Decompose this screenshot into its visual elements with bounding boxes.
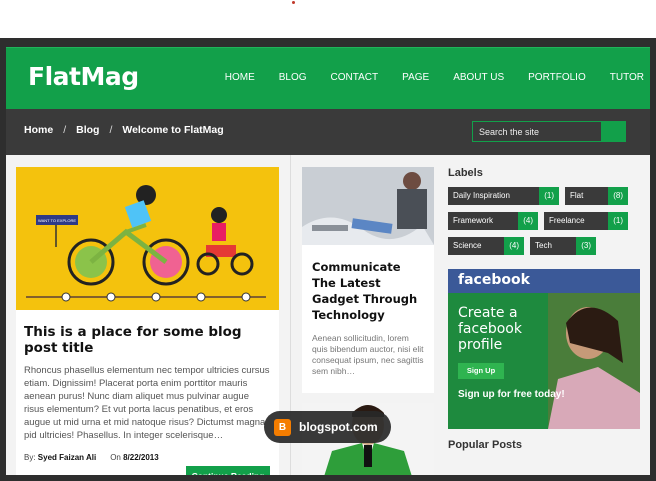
post-author[interactable]: Syed Faizan Ali — [38, 453, 96, 462]
label-tech[interactable]: Tech (3) — [530, 237, 596, 255]
label-daily-inspiration[interactable]: Daily Inspiration (1) — [448, 187, 559, 205]
breadcrumb-separator: / — [109, 124, 113, 136]
nav-home[interactable]: HOME — [225, 72, 255, 83]
label-count: (4) — [504, 237, 524, 255]
main-nav: HOME BLOG CONTACT PAGE ABOUT US PORTFOLI… — [201, 72, 644, 83]
label-name: Science — [448, 237, 505, 255]
facebook-free-text: Sign up for free today! — [458, 389, 565, 400]
side-post-image[interactable] — [302, 167, 434, 245]
nav-page[interactable]: PAGE — [402, 72, 429, 83]
breadcrumb: Home / Blog / Welcome to FlatMag — [24, 124, 224, 136]
label-count: (1) — [608, 212, 628, 230]
post-title[interactable]: This is a place for some blog post title — [16, 310, 279, 356]
breadcrumb-bar: Home / Blog / Welcome to FlatMag — [6, 109, 650, 155]
post-excerpt: Rhoncus phasellus elementum nec tempor u… — [24, 365, 270, 441]
post-date-line: On 8/22/2013 — [110, 453, 159, 462]
breadcrumb-separator: / — [63, 124, 67, 136]
decorative-dot — [292, 1, 295, 4]
post-date: 8/22/2013 — [123, 453, 159, 462]
blogspot-badge[interactable]: B blogspot.com — [264, 411, 391, 443]
badge-text: blogspot.com — [299, 420, 378, 434]
side-post-title[interactable]: Communicate The Latest Gadget Through Te… — [302, 245, 434, 323]
main-post-card: WANT TO EXPLORE This is a place for some… — [16, 167, 279, 475]
gadget-photo — [302, 167, 434, 245]
search-button[interactable] — [601, 122, 625, 141]
on-label: On — [110, 453, 121, 462]
label-name: Daily Inspiration — [448, 187, 540, 205]
search-input[interactable] — [473, 122, 601, 141]
breadcrumb-home[interactable]: Home — [24, 124, 53, 136]
labels-list: Daily Inspiration (1) Flat (8) Framework… — [448, 187, 642, 255]
label-name: Tech — [530, 237, 577, 255]
site-logo[interactable]: FlatMag — [28, 62, 139, 91]
explore-sign: WANT TO EXPLORE — [38, 218, 76, 223]
facebook-heading: Create a facebook profile — [458, 305, 522, 353]
label-count: (1) — [539, 187, 559, 205]
breadcrumb-blog[interactable]: Blog — [76, 124, 99, 136]
continue-reading-button[interactable]: Continue Reading — [186, 466, 270, 475]
labels-heading: Labels — [448, 167, 483, 179]
label-freelance[interactable]: Freelance (1) — [544, 212, 628, 230]
by-label: By: — [24, 453, 36, 462]
label-name: Flat — [565, 187, 609, 205]
nav-contact[interactable]: CONTACT — [331, 72, 379, 83]
search-box — [472, 121, 626, 142]
label-flat[interactable]: Flat (8) — [565, 187, 628, 205]
nav-blog[interactable]: BLOG — [279, 72, 307, 83]
cyclists-illustration: WANT TO EXPLORE — [26, 185, 266, 302]
label-count: (4) — [518, 212, 538, 230]
post-author-line: By: Syed Faizan Ali — [24, 453, 96, 462]
sidebar: Labels Daily Inspiration (1) Flat (8) Fr… — [448, 167, 642, 451]
facebook-ad-body: Create a facebook profile Sign Up Sign u… — [448, 293, 640, 429]
side-post-card: Communicate The Latest Gadget Through Te… — [302, 167, 434, 393]
breadcrumb-current: Welcome to FlatMag — [122, 124, 224, 136]
facebook-ad[interactable]: facebook Create a facebook profile Sign … — [448, 269, 640, 429]
facebook-signup-button[interactable]: Sign Up — [458, 363, 504, 379]
label-science[interactable]: Science (4) — [448, 237, 524, 255]
blogger-icon: B — [274, 418, 291, 436]
label-count: (3) — [576, 237, 596, 255]
label-name: Freelance — [544, 212, 609, 230]
side-post-excerpt: Aenean sollicitudin, lorem quis bibendum… — [312, 333, 424, 376]
nav-about-us[interactable]: ABOUT US — [453, 72, 504, 83]
facebook-logo: facebook — [448, 269, 640, 293]
label-framework[interactable]: Framework (4) — [448, 212, 538, 230]
site-header: FlatMag HOME BLOG CONTACT PAGE ABOUT US … — [6, 47, 650, 109]
popular-posts-heading: Popular Posts — [448, 439, 522, 451]
label-name: Framework — [448, 212, 519, 230]
label-count: (8) — [608, 187, 628, 205]
nav-tutor[interactable]: TUTOR — [610, 72, 644, 83]
nav-portfolio[interactable]: PORTFOLIO — [528, 72, 586, 83]
post-illustration[interactable]: WANT TO EXPLORE — [16, 167, 279, 310]
post-meta: By: Syed Faizan Ali On 8/22/2013 — [24, 453, 159, 462]
